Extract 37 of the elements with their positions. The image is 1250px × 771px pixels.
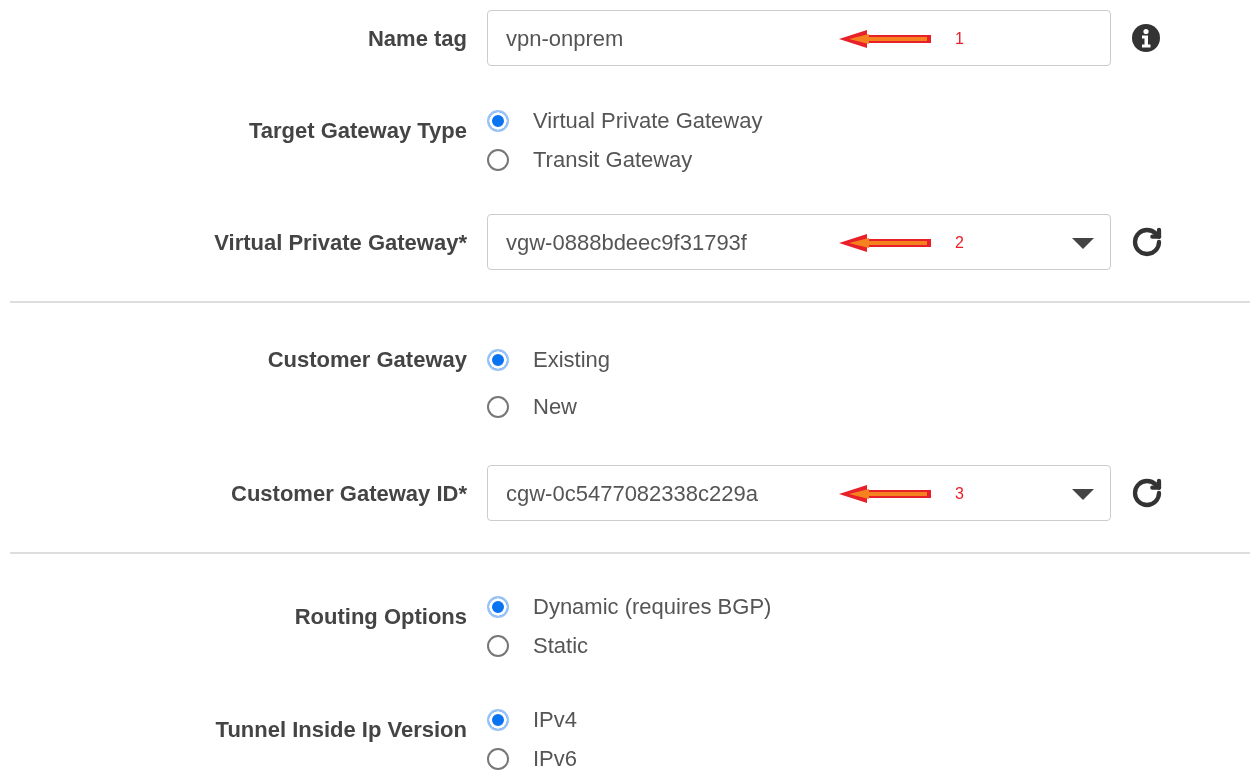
select-field[interactable]: cgw-0c5477082338c229a 3 xyxy=(487,465,1111,521)
field-label: Customer Gateway xyxy=(267,347,467,372)
field-label: Customer Gateway ID* xyxy=(231,480,467,506)
radio-label: Virtual Private Gateway xyxy=(533,107,763,135)
radio-label: Dynamic (requires BGP) xyxy=(533,593,772,621)
info-icon[interactable] xyxy=(1131,23,1161,53)
annotation-number: 1 xyxy=(955,31,964,47)
radio-label: Transit Gateway xyxy=(533,146,693,174)
radio-button[interactable] xyxy=(487,634,509,657)
radio-button[interactable] xyxy=(487,395,509,418)
radio-button[interactable] xyxy=(487,148,509,171)
radio-button[interactable] xyxy=(487,747,509,770)
radio-label: IPv4 xyxy=(533,706,578,734)
field-label: Virtual Private Gateway* xyxy=(214,229,467,255)
radio-label: IPv6 xyxy=(533,745,578,771)
arrow-icon xyxy=(839,484,931,504)
arrow-icon xyxy=(839,29,931,49)
field-label: Target Gateway Type xyxy=(248,118,467,143)
radio-button[interactable] xyxy=(487,708,509,731)
radio-label: Static xyxy=(533,632,589,660)
radio-button[interactable] xyxy=(487,595,509,618)
select-field[interactable]: vgw-0888bdeec9f31793f 2 xyxy=(487,214,1111,270)
arrow-icon xyxy=(839,233,931,253)
annotation-number: 3 xyxy=(955,486,964,502)
field-label: Tunnel Inside Ip Version xyxy=(215,717,467,742)
caret-icon xyxy=(1072,238,1094,250)
refresh-icon[interactable] xyxy=(1131,226,1163,258)
radio-button[interactable] xyxy=(487,348,509,371)
caret-icon xyxy=(1072,489,1094,501)
input-field[interactable]: vpn-onprem 1 xyxy=(487,10,1111,66)
radio-button[interactable] xyxy=(487,109,509,132)
field-label: Name tag xyxy=(367,25,467,51)
annotation-number: 2 xyxy=(955,235,964,251)
refresh-icon[interactable] xyxy=(1131,477,1163,509)
field-label: Routing Options xyxy=(294,604,467,629)
radio-label: Existing xyxy=(533,346,611,374)
radio-label: New xyxy=(533,393,577,421)
